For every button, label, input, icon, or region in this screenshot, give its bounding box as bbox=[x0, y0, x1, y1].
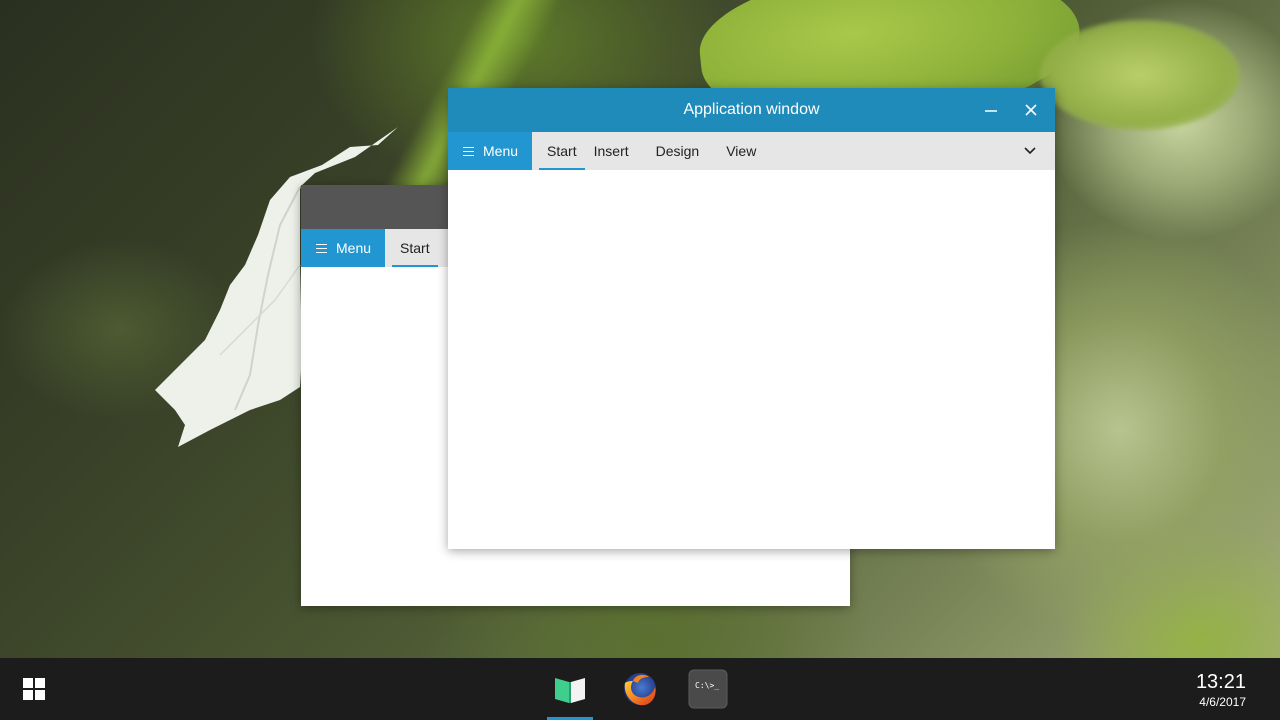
terminal-icon-label: C:\>_ bbox=[695, 681, 719, 690]
windows-grid-icon-part bbox=[35, 690, 45, 700]
windows-grid-icon-part bbox=[23, 690, 33, 700]
taskbar-app-book-reader[interactable] bbox=[547, 658, 593, 720]
start-button[interactable] bbox=[23, 678, 45, 700]
windows-grid-icon-part bbox=[35, 678, 45, 688]
back-tab-start[interactable]: Start bbox=[392, 229, 438, 267]
chevron-down-icon bbox=[1024, 147, 1036, 155]
firefox-icon bbox=[624, 673, 656, 706]
tab-design-label: Design bbox=[655, 143, 700, 159]
tab-start[interactable]: Start bbox=[539, 132, 585, 170]
tab-insert-label: Insert bbox=[593, 143, 629, 159]
taskbar-app-terminal[interactable]: C:\>_ bbox=[685, 658, 731, 720]
tab-view[interactable]: View bbox=[718, 132, 764, 170]
back-tab-start-label: Start bbox=[400, 240, 430, 256]
taskbar-app-firefox[interactable] bbox=[616, 658, 662, 720]
front-window-content[interactable] bbox=[448, 170, 1055, 549]
clock-date: 4/6/2017 bbox=[1199, 695, 1246, 709]
front-window-title: Application window bbox=[683, 101, 820, 118]
taskbar: C:\>_ 13:21 4/6/2017 bbox=[0, 658, 1280, 720]
tab-start-label: Start bbox=[547, 143, 577, 159]
back-menu-button[interactable]: Menu bbox=[301, 229, 386, 267]
tab-design[interactable]: Design bbox=[648, 132, 708, 170]
front-window-ribbon: Menu Start Insert Design View bbox=[448, 132, 1055, 170]
close-icon bbox=[1025, 104, 1037, 116]
hamburger-icon bbox=[316, 243, 327, 253]
minimize-button[interactable] bbox=[971, 88, 1011, 132]
close-button[interactable] bbox=[1011, 88, 1051, 132]
front-application-window[interactable]: Application window Menu Start Insert Des… bbox=[448, 88, 1055, 549]
back-menu-label: Menu bbox=[336, 240, 372, 256]
hamburger-icon bbox=[463, 146, 474, 156]
front-menu-button[interactable]: Menu bbox=[448, 132, 533, 170]
tab-insert[interactable]: Insert bbox=[586, 132, 637, 170]
wallpaper-leaf-right bbox=[1040, 20, 1240, 130]
front-window-titlebar[interactable]: Application window bbox=[448, 88, 1055, 132]
terminal-icon: C:\>_ bbox=[688, 669, 728, 709]
clock-time: 13:21 bbox=[1195, 671, 1246, 693]
tab-view-label: View bbox=[726, 143, 757, 159]
windows-grid-icon bbox=[23, 678, 33, 688]
minimize-icon bbox=[985, 110, 997, 112]
taskbar-clock[interactable]: 13:21 4/6/2017 bbox=[1196, 671, 1246, 710]
book-reader-icon bbox=[555, 678, 585, 703]
ribbon-expand-button[interactable] bbox=[1017, 132, 1043, 170]
front-menu-label: Menu bbox=[483, 143, 519, 159]
